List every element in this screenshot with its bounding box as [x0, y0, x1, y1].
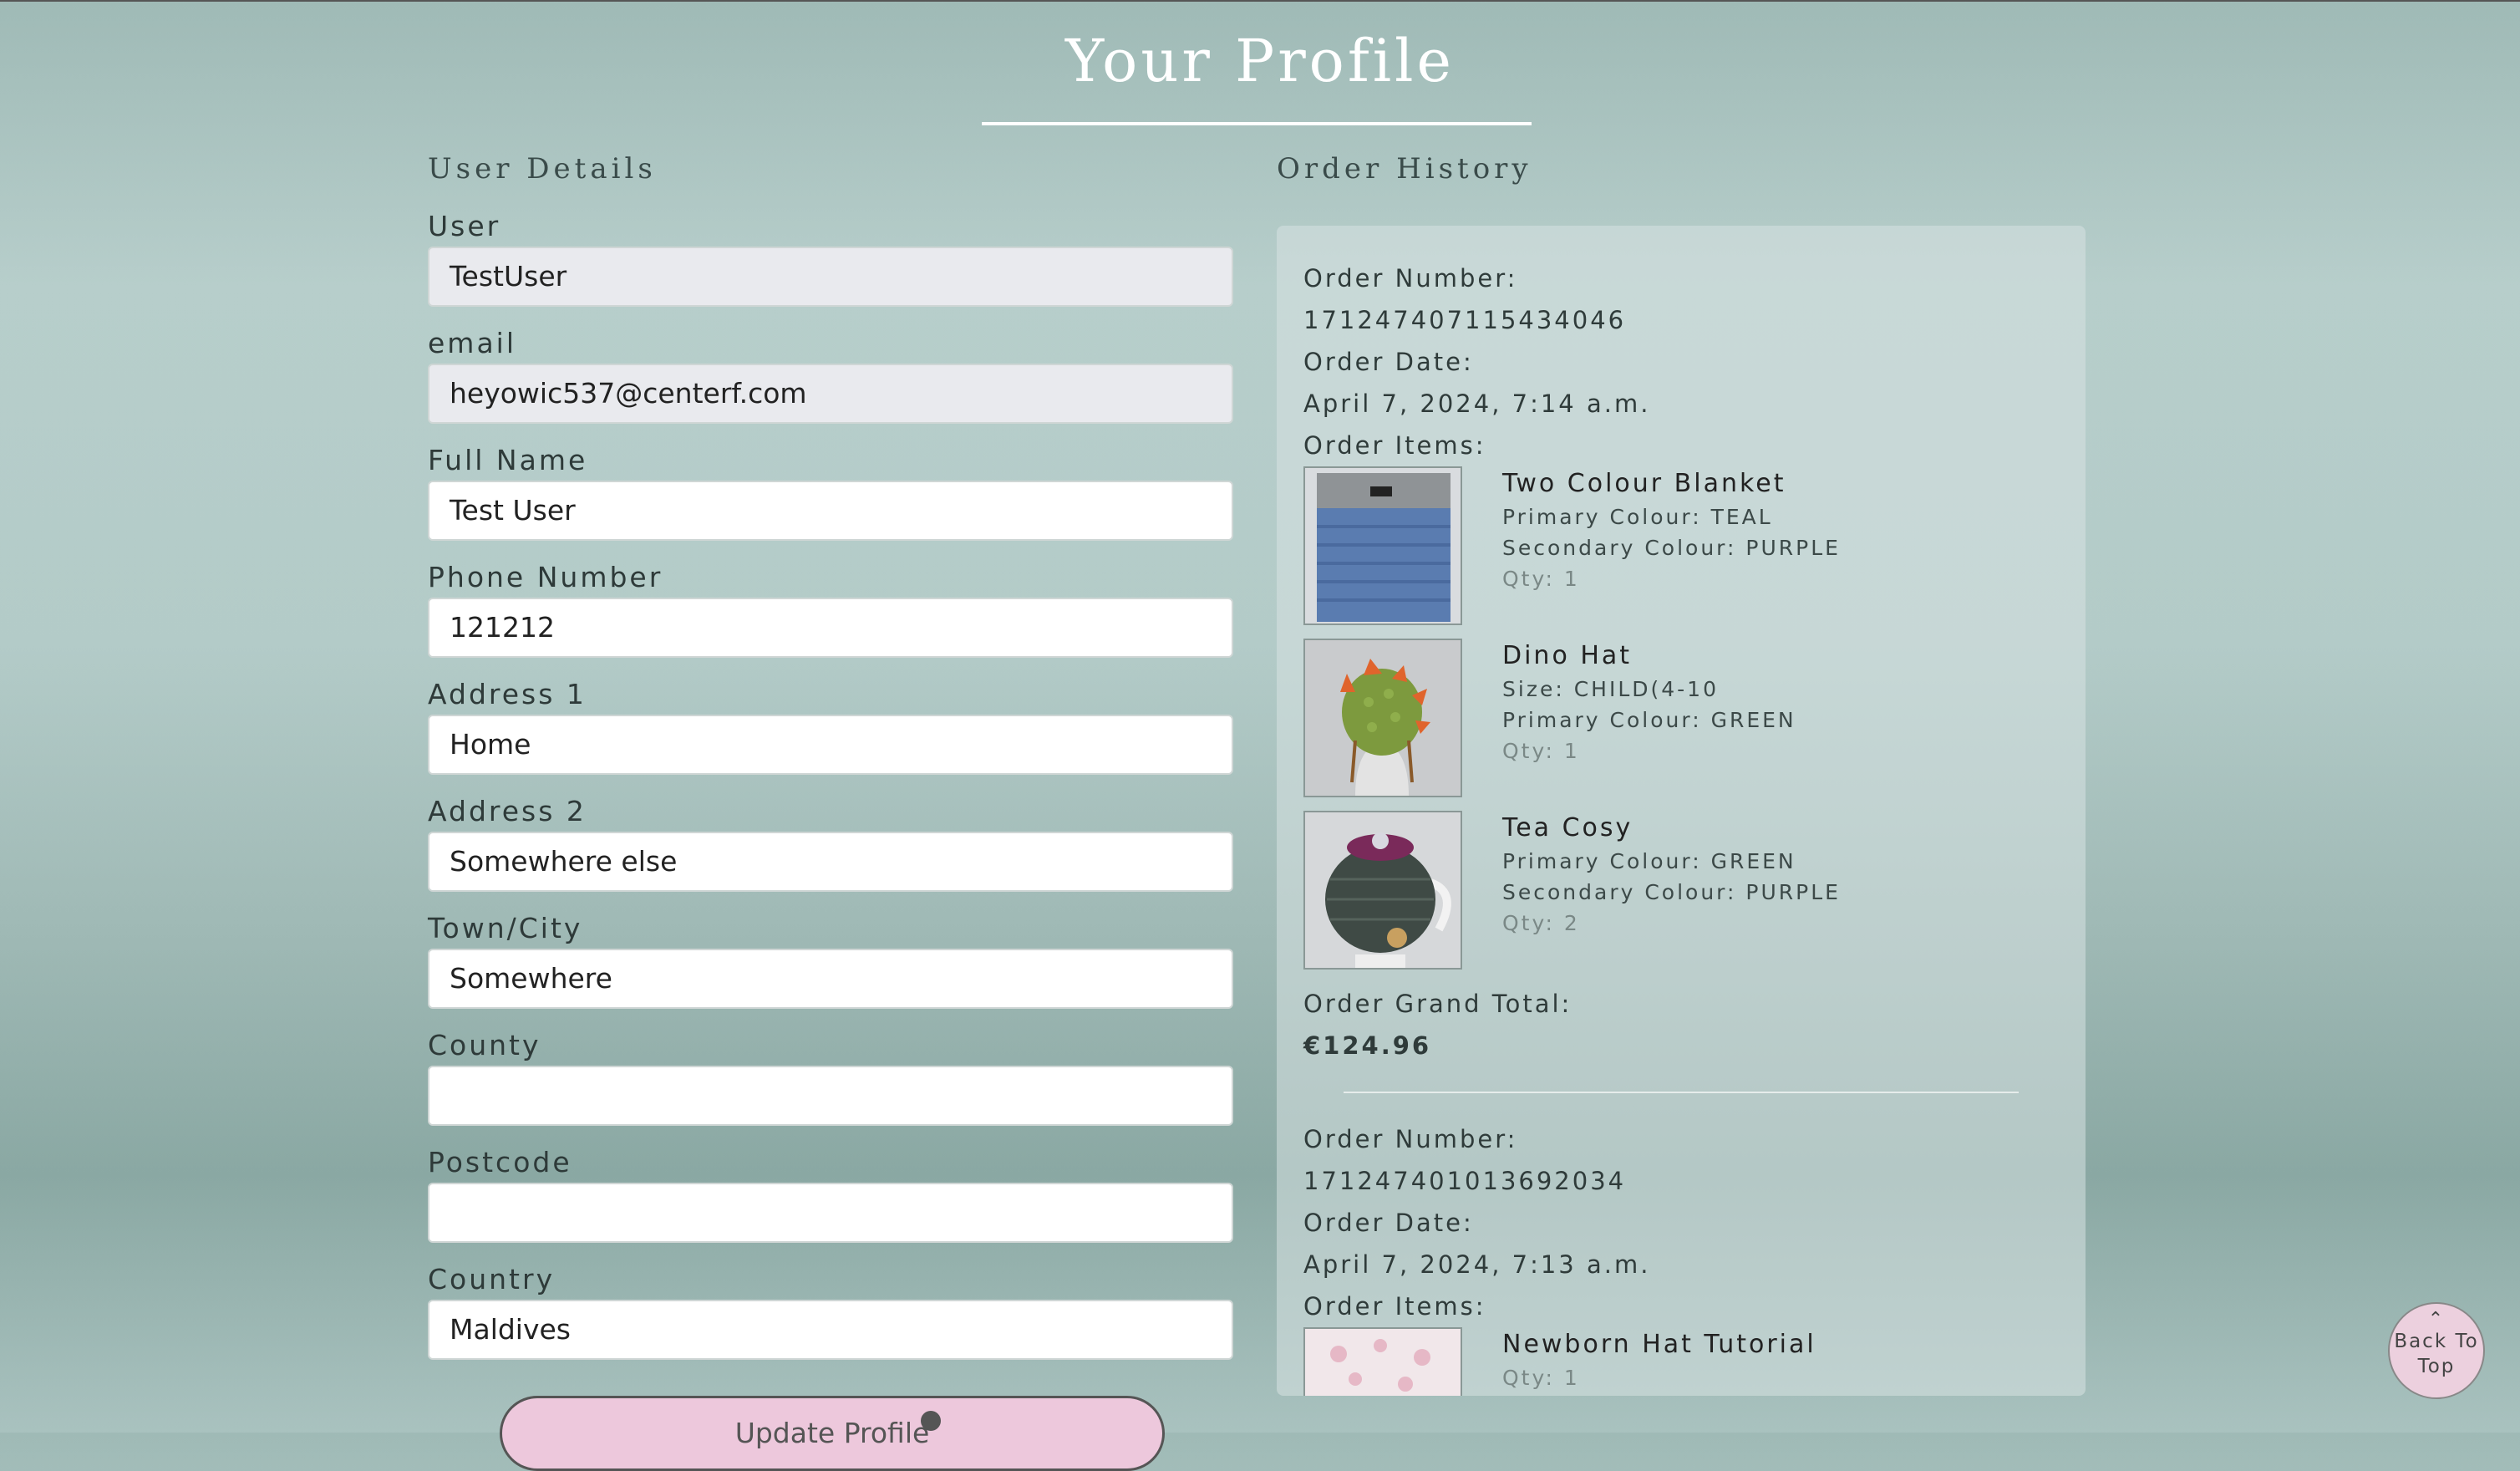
- item-quantity: Qty: 1: [1502, 739, 1580, 763]
- order-history-panel[interactable]: Order Number: 171247407115434046 Order D…: [1277, 226, 2086, 1396]
- address-1-label: Address 1: [428, 678, 587, 710]
- order-card: Order Number: 171247401013692034 Order D…: [1277, 1118, 2086, 1396]
- chevron-up-icon: ⌃: [2427, 1309, 2446, 1330]
- update-profile-button[interactable]: Update Profile: [500, 1396, 1165, 1471]
- field-address-2: Address 2 Somewhere else: [428, 792, 1237, 909]
- back-to-top-line1: Back To: [2394, 1331, 2479, 1352]
- user-label: User: [428, 210, 501, 242]
- order-items-list: Two Colour Blanket Primary Colour: TEAL …: [1303, 466, 2086, 983]
- order-item: Tea Cosy Primary Colour: GREEN Secondary…: [1303, 811, 2086, 983]
- email-label: email: [428, 327, 517, 359]
- item-attribute: Primary Colour: TEAL: [1502, 505, 1773, 529]
- back-to-top-line2: Top: [2417, 1356, 2456, 1377]
- mouse-cursor: [921, 1411, 941, 1431]
- user-input[interactable]: TestUser: [428, 247, 1233, 307]
- order-items-label: Order Items:: [1303, 1292, 1486, 1321]
- county-label: County: [428, 1029, 541, 1061]
- phone-number-label: Phone Number: [428, 561, 663, 593]
- address-1-input[interactable]: Home: [428, 715, 1233, 775]
- page-title: Your Profile: [1065, 27, 1455, 95]
- field-phone-number: Phone Number 121212: [428, 558, 1237, 675]
- order-number-value: 171247407115434046: [1303, 306, 1627, 334]
- field-user: User TestUser: [428, 207, 1237, 324]
- item-attribute: Primary Colour: GREEN: [1502, 708, 1796, 732]
- newborn-hat-image: [1303, 1327, 1462, 1396]
- field-postcode: Postcode: [428, 1143, 1237, 1260]
- order-date-value: April 7, 2024, 7:13 a.m.: [1303, 1250, 1651, 1279]
- order-date-value: April 7, 2024, 7:14 a.m.: [1303, 389, 1651, 418]
- item-name: Tea Cosy: [1502, 813, 1633, 842]
- town-city-label: Town/City: [428, 912, 583, 944]
- full-name-input[interactable]: Test User: [428, 481, 1233, 541]
- user-details-heading: User Details: [428, 152, 657, 186]
- item-attribute: Secondary Colour: PURPLE: [1502, 880, 1841, 904]
- item-attribute: Size: CHILD(4-10: [1502, 677, 1719, 701]
- item-quantity: Qty: 1: [1502, 1366, 1580, 1390]
- order-items-list: Newborn Hat Tutorial Qty: 1: [1303, 1327, 2086, 1396]
- country-select[interactable]: Maldives: [428, 1300, 1233, 1360]
- field-full-name: Full Name Test User: [428, 441, 1237, 558]
- postcode-input[interactable]: [428, 1183, 1233, 1243]
- order-number-label: Order Number:: [1303, 1125, 1518, 1153]
- field-address-1: Address 1 Home: [428, 675, 1237, 792]
- order-item: Newborn Hat Tutorial Qty: 1: [1303, 1327, 2086, 1396]
- order-date-label: Order Date:: [1303, 1209, 1474, 1237]
- blanket-image: [1303, 466, 1462, 625]
- full-name-label: Full Name: [428, 444, 588, 476]
- order-history-heading: Order History: [1277, 152, 1532, 186]
- field-town-city: Town/City Somewhere: [428, 909, 1237, 1026]
- order-number-value: 171247401013692034: [1303, 1167, 1627, 1195]
- item-attribute: Secondary Colour: PURPLE: [1502, 536, 1841, 560]
- dino-hat-image: [1303, 639, 1462, 797]
- tea-cosy-image: [1303, 811, 1462, 970]
- field-country: Country Maldives: [428, 1260, 1237, 1377]
- order-items-label: Order Items:: [1303, 431, 1486, 460]
- grand-total-label: Order Grand Total:: [1303, 990, 1572, 1018]
- order-divider: [1344, 1092, 2019, 1093]
- county-input[interactable]: [428, 1066, 1233, 1126]
- order-item: Dino Hat Size: CHILD(4-10 Primary Colour…: [1303, 639, 2086, 811]
- country-label: Country: [428, 1263, 556, 1295]
- order-number-label: Order Number:: [1303, 264, 1518, 293]
- title-divider: [982, 122, 1532, 125]
- item-attribute: Primary Colour: GREEN: [1502, 849, 1796, 873]
- item-name: Two Colour Blanket: [1502, 469, 1786, 498]
- item-quantity: Qty: 1: [1502, 567, 1580, 591]
- back-to-top-button[interactable]: ⌃ Back To Top: [2388, 1302, 2485, 1399]
- address-2-input[interactable]: Somewhere else: [428, 832, 1233, 892]
- field-county: County: [428, 1026, 1237, 1143]
- item-name: Dino Hat: [1502, 641, 1633, 670]
- item-quantity: Qty: 2: [1502, 911, 1580, 935]
- town-city-input[interactable]: Somewhere: [428, 949, 1233, 1009]
- grand-total-value: €124.96: [1303, 1031, 1432, 1060]
- postcode-label: Postcode: [428, 1146, 572, 1178]
- phone-number-input[interactable]: 121212: [428, 598, 1233, 658]
- item-name: Newborn Hat Tutorial: [1502, 1330, 1816, 1359]
- field-email: email heyowic537@centerf.com: [428, 324, 1237, 441]
- email-input[interactable]: heyowic537@centerf.com: [428, 364, 1233, 424]
- user-details-form: User TestUser email heyowic537@centerf.c…: [428, 207, 1237, 1377]
- order-date-label: Order Date:: [1303, 348, 1474, 376]
- order-card: Order Number: 171247407115434046 Order D…: [1277, 226, 2086, 1066]
- order-item: Two Colour Blanket Primary Colour: TEAL …: [1303, 466, 2086, 639]
- address-2-label: Address 2: [428, 795, 587, 827]
